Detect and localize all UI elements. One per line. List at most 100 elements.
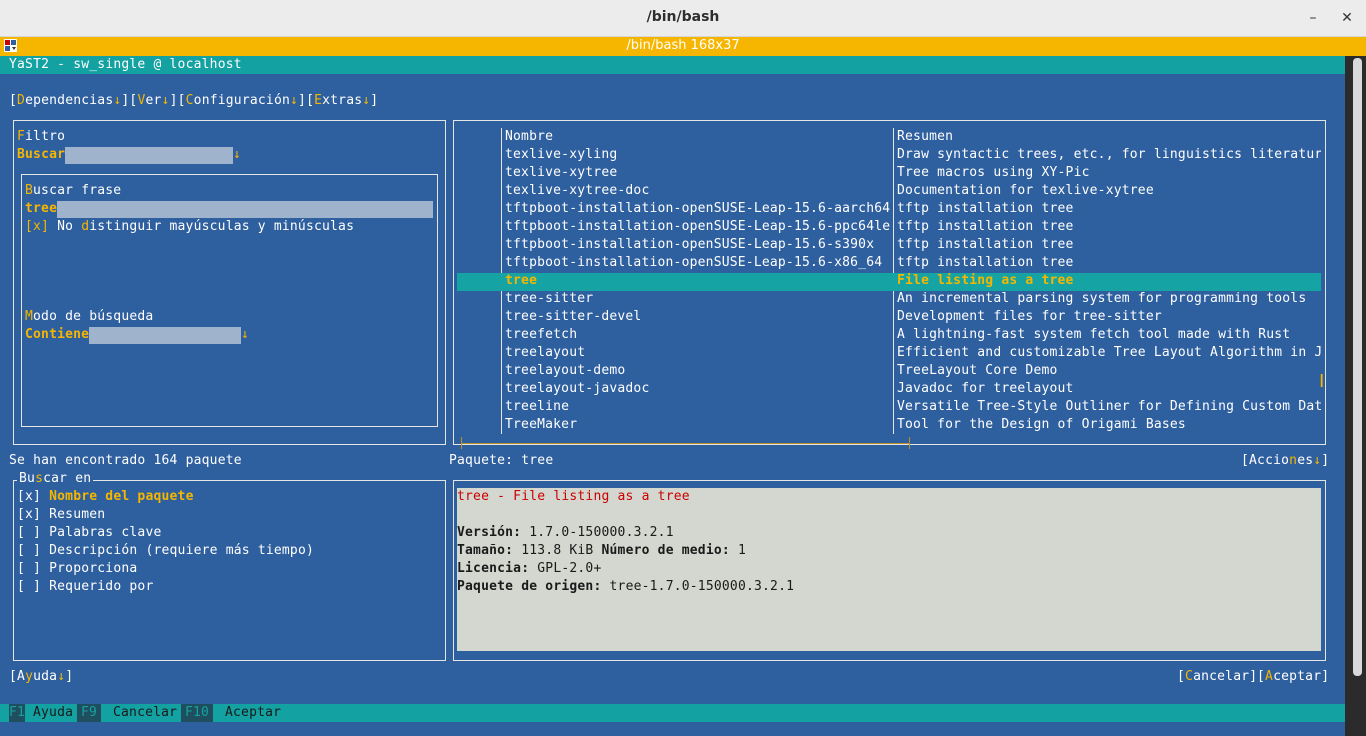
package-name: texlive-xytree-doc xyxy=(505,183,650,198)
checkbox-label: Resumen xyxy=(49,507,106,522)
package-summary: Versatile Tree-Style Outliner for Defini… xyxy=(897,399,1321,414)
package-summary: Tool for the Design of Origami Bases xyxy=(897,417,1186,432)
fkeys: F1 Ayuda F9 Cancelar F10 Aceptar xyxy=(9,704,1345,722)
phrase-label: Buscar frase xyxy=(25,183,122,198)
package-name: treelayout xyxy=(505,345,586,360)
checkbox-label: Proporciona xyxy=(49,561,138,576)
package-summary: Tree macros using XY-Pic xyxy=(897,165,1090,180)
close-button[interactable]: ✕ xyxy=(1337,8,1357,28)
search-in-title: Buscar en xyxy=(17,470,94,488)
konsole-tab-bar: /bin/bash 168x37 xyxy=(0,37,1366,56)
package-summary: tftp installation tree xyxy=(897,201,1074,216)
package-name: tftpboot-installation-openSUSE-Leap-15.6… xyxy=(505,219,891,234)
package-name: tree xyxy=(505,273,538,288)
column-header-summary[interactable]: Resumen xyxy=(897,128,953,146)
checkbox-mark: [ ] xyxy=(17,543,42,558)
search-option-checkbox[interactable]: [x] Resumen xyxy=(17,506,105,524)
checkbox-label: Palabras clave xyxy=(49,525,162,540)
cancel-button[interactable]: [Cancelar] xyxy=(1177,668,1257,686)
scrollbar-end xyxy=(461,437,462,449)
checkbox-mark: [ ] xyxy=(17,525,42,540)
package-summary: tftp installation tree xyxy=(897,219,1074,234)
package-name: tftpboot-installation-openSUSE-Leap-15.6… xyxy=(505,201,891,216)
checkbox-label: Descripción (requiere más tiempo) xyxy=(49,543,315,558)
package-name: texlive-xytree xyxy=(505,165,618,180)
package-name: tree-sitter xyxy=(505,291,594,306)
found-count: Se han encontrado 164 paquete xyxy=(9,453,242,468)
package-summary: Efficient and customizable Tree Layout A… xyxy=(897,345,1321,360)
details-size: Tamaño: 113.8 KiB Número de medio: 1 xyxy=(457,543,746,558)
window-titlebar: /bin/bash – ✕ xyxy=(0,0,1366,37)
package-name: tftpboot-installation-openSUSE-Leap-15.6… xyxy=(505,237,875,252)
search-option-checkbox[interactable]: [ ] Palabras clave xyxy=(17,524,162,542)
package-name: tftpboot-installation-openSUSE-Leap-15.6… xyxy=(505,255,883,270)
filter-label: Filtro xyxy=(17,129,66,144)
checkbox-label: Nombre del paquete xyxy=(49,489,194,504)
checkbox-mark: [x] xyxy=(17,507,42,522)
buscar-label: Buscar xyxy=(17,147,66,162)
search-phrase-value: tree xyxy=(25,201,58,216)
fkey-f9-label[interactable]: Cancelar xyxy=(113,704,177,722)
package-name: texlive-xyling xyxy=(505,147,618,162)
menu-extras[interactable]: [Extras↓] xyxy=(306,93,378,108)
scrollbar-thumb[interactable] xyxy=(909,437,910,449)
menu-configuracion[interactable]: [Configuración↓] xyxy=(178,93,306,108)
chevron-down-icon[interactable]: ↓ xyxy=(241,326,249,344)
checkbox-mark: [ ] xyxy=(17,579,42,594)
details-source: Paquete de origen: tree-1.7.0-150000.3.2… xyxy=(457,579,795,594)
package-summary: Documentation for texlive-xytree xyxy=(897,183,1154,198)
package-name: treelayout-demo xyxy=(505,363,626,378)
search-option-checkbox[interactable]: [ ] Descripción (requiere más tiempo) xyxy=(17,542,314,560)
package-summary: Draw syntactic trees, etc., for linguist… xyxy=(897,147,1321,162)
acciones-button[interactable]: [Acciones↓] xyxy=(1241,452,1329,470)
menu-bar: [Dependencias↓][Ver↓][Configuración↓][Ex… xyxy=(9,92,378,110)
package-summary: Development files for tree-sitter xyxy=(897,309,1162,324)
terminal-scrollbar-thumb[interactable] xyxy=(1353,58,1362,676)
terminal[interactable]: YaST2 - sw_single @ localhost [Dependenc… xyxy=(0,56,1366,736)
package-summary: TreeLayout Core Demo xyxy=(897,363,1058,378)
search-option-checkbox[interactable]: [ ] Requerido por xyxy=(17,578,153,596)
package-summary: tftp installation tree xyxy=(897,255,1074,270)
accept-button[interactable]: [Aceptar] xyxy=(1257,668,1329,686)
chevron-down-icon[interactable]: ↓ xyxy=(233,146,241,164)
fkey-f1-key[interactable]: F1 xyxy=(9,704,26,722)
package-summary: An incremental parsing system for progra… xyxy=(897,291,1307,306)
search-mode-label: Modo de búsqueda xyxy=(25,309,154,324)
filter-type-select[interactable] xyxy=(65,147,233,164)
konsole-title: /bin/bash 168x37 xyxy=(626,38,740,53)
window-title: /bin/bash xyxy=(646,9,720,25)
fkey-f10-label[interactable]: Aceptar xyxy=(225,704,281,722)
menu-ver[interactable]: [Ver↓] xyxy=(129,93,177,108)
menu-dependencias[interactable]: [Dependencias↓] xyxy=(9,93,129,108)
help-button[interactable]: [Ayuda↓] xyxy=(9,668,73,686)
package-summary: File listing as a tree xyxy=(897,273,1074,288)
search-option-checkbox[interactable]: [x] Nombre del paquete xyxy=(17,488,194,506)
checkbox-mark: [ ] xyxy=(17,561,42,576)
package-name: treeline xyxy=(505,399,570,414)
search-mode-select[interactable] xyxy=(89,327,241,344)
fkey-f9-key[interactable]: F9 xyxy=(77,704,102,722)
details-heading: tree - File listing as a tree xyxy=(457,489,690,504)
fkey-f10-key[interactable]: F10 xyxy=(181,704,214,722)
yast-header: YaST2 - sw_single @ localhost xyxy=(9,57,242,72)
package-name: treefetch xyxy=(505,327,578,342)
package-name: treelayout-javadoc xyxy=(505,381,650,396)
checkbox-label: Requerido por xyxy=(49,579,154,594)
search-mode-value: Contiene xyxy=(25,327,90,342)
minimize-button[interactable]: – xyxy=(1303,8,1323,28)
package-summary: Javadoc for treelayout xyxy=(897,381,1074,396)
horizontal-scrollbar[interactable] xyxy=(461,443,909,444)
package-name: TreeMaker xyxy=(505,417,578,432)
column-header-name[interactable]: Nombre xyxy=(505,128,553,146)
package-summary: A lightning-fast system fetch tool made … xyxy=(897,327,1291,342)
case-insensitive-checkbox[interactable]: [x] No distinguir mayúsculas y minúscula… xyxy=(25,218,354,236)
fkey-f1-label[interactable]: Ayuda xyxy=(33,704,73,722)
details-version: Versión: 1.7.0-150000.3.2.1 xyxy=(457,525,674,540)
details-license: Licencia: GPL-2.0+ xyxy=(457,561,602,576)
search-input[interactable] xyxy=(57,201,433,218)
search-option-checkbox[interactable]: [ ] Proporciona xyxy=(17,560,137,578)
package-name: tree-sitter-devel xyxy=(505,309,642,324)
mouse-cursor-icon: I xyxy=(1319,371,1325,392)
package-summary: tftp installation tree xyxy=(897,237,1074,252)
package-label: Paquete: tree xyxy=(449,453,554,468)
